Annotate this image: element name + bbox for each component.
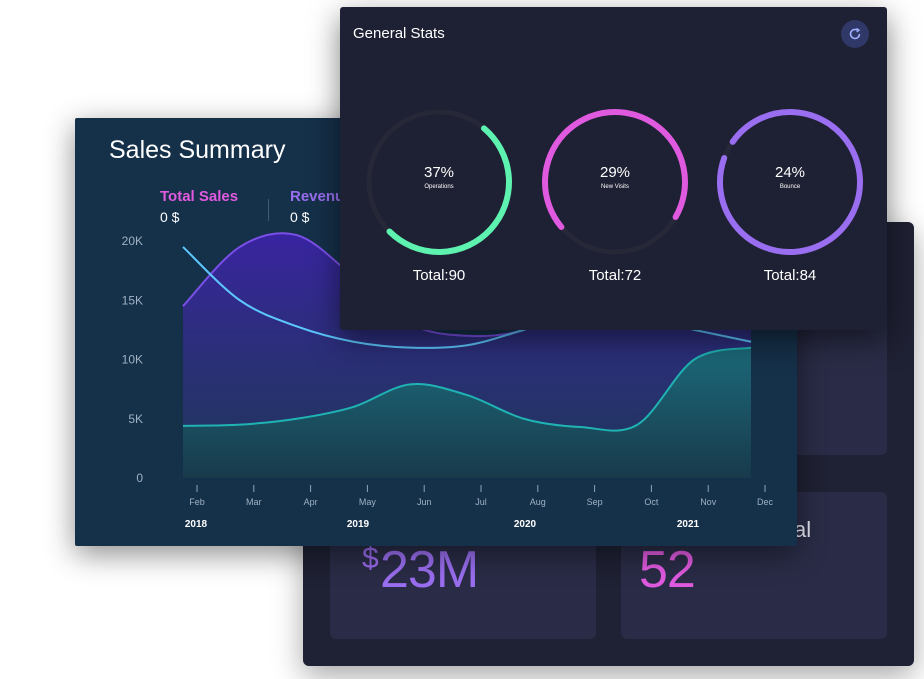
x-month-label: Jun: [417, 497, 432, 507]
x-year-label: 2019: [347, 519, 370, 530]
x-month-label: Nov: [700, 497, 717, 507]
x-month-label: May: [359, 497, 377, 507]
y-tick-label: 10K: [122, 353, 143, 367]
x-month-label: Oct: [644, 497, 659, 507]
x-month-label: Sep: [587, 497, 603, 507]
x-year-label: 2021: [677, 519, 700, 530]
x-month-label: Aug: [530, 497, 546, 507]
gauge-ring: [366, 109, 512, 255]
refresh-icon: [849, 27, 861, 40]
gauge-label: New Visits: [601, 184, 629, 190]
x-month-label: Mar: [246, 497, 262, 507]
gauge-percent: 29%: [599, 164, 631, 181]
interval-value: 52: [639, 541, 696, 599]
general-stats-title: General Stats: [353, 25, 445, 42]
x-month-label: Feb: [189, 497, 205, 507]
revenue-value: 23M: [380, 541, 479, 599]
x-month-label: Dec: [757, 497, 774, 507]
gauge-arc: [717, 109, 863, 255]
gauge-total: Total:90: [412, 267, 466, 284]
y-tick-label: 0: [136, 471, 143, 485]
gauge-total: Total:84: [763, 267, 817, 284]
y-tick-label: 20K: [122, 234, 143, 248]
gauge-ring: [542, 109, 688, 255]
gauge-total: Total:72: [588, 267, 642, 284]
x-year-label: 2018: [185, 519, 208, 530]
x-month-label: Jul: [475, 497, 487, 507]
y-tick-label: 15K: [122, 293, 143, 307]
gauge-percent: 24%: [774, 164, 806, 181]
x-year-label: 2020: [514, 519, 537, 530]
gauge-label: Operations: [424, 184, 454, 190]
refresh-button[interactable]: [841, 20, 869, 48]
x-month-label: Apr: [304, 497, 318, 507]
gauge-label: Bounce: [779, 184, 801, 190]
currency-symbol: $: [362, 542, 379, 575]
gauge-arc: [386, 125, 512, 255]
general-stats-card: General Stats 37% Operations Total:90 29% Ne…: [340, 7, 887, 330]
y-tick-label: 5K: [128, 412, 143, 426]
gauge-ring: [717, 109, 863, 255]
gauge-percent: 37%: [423, 164, 455, 181]
